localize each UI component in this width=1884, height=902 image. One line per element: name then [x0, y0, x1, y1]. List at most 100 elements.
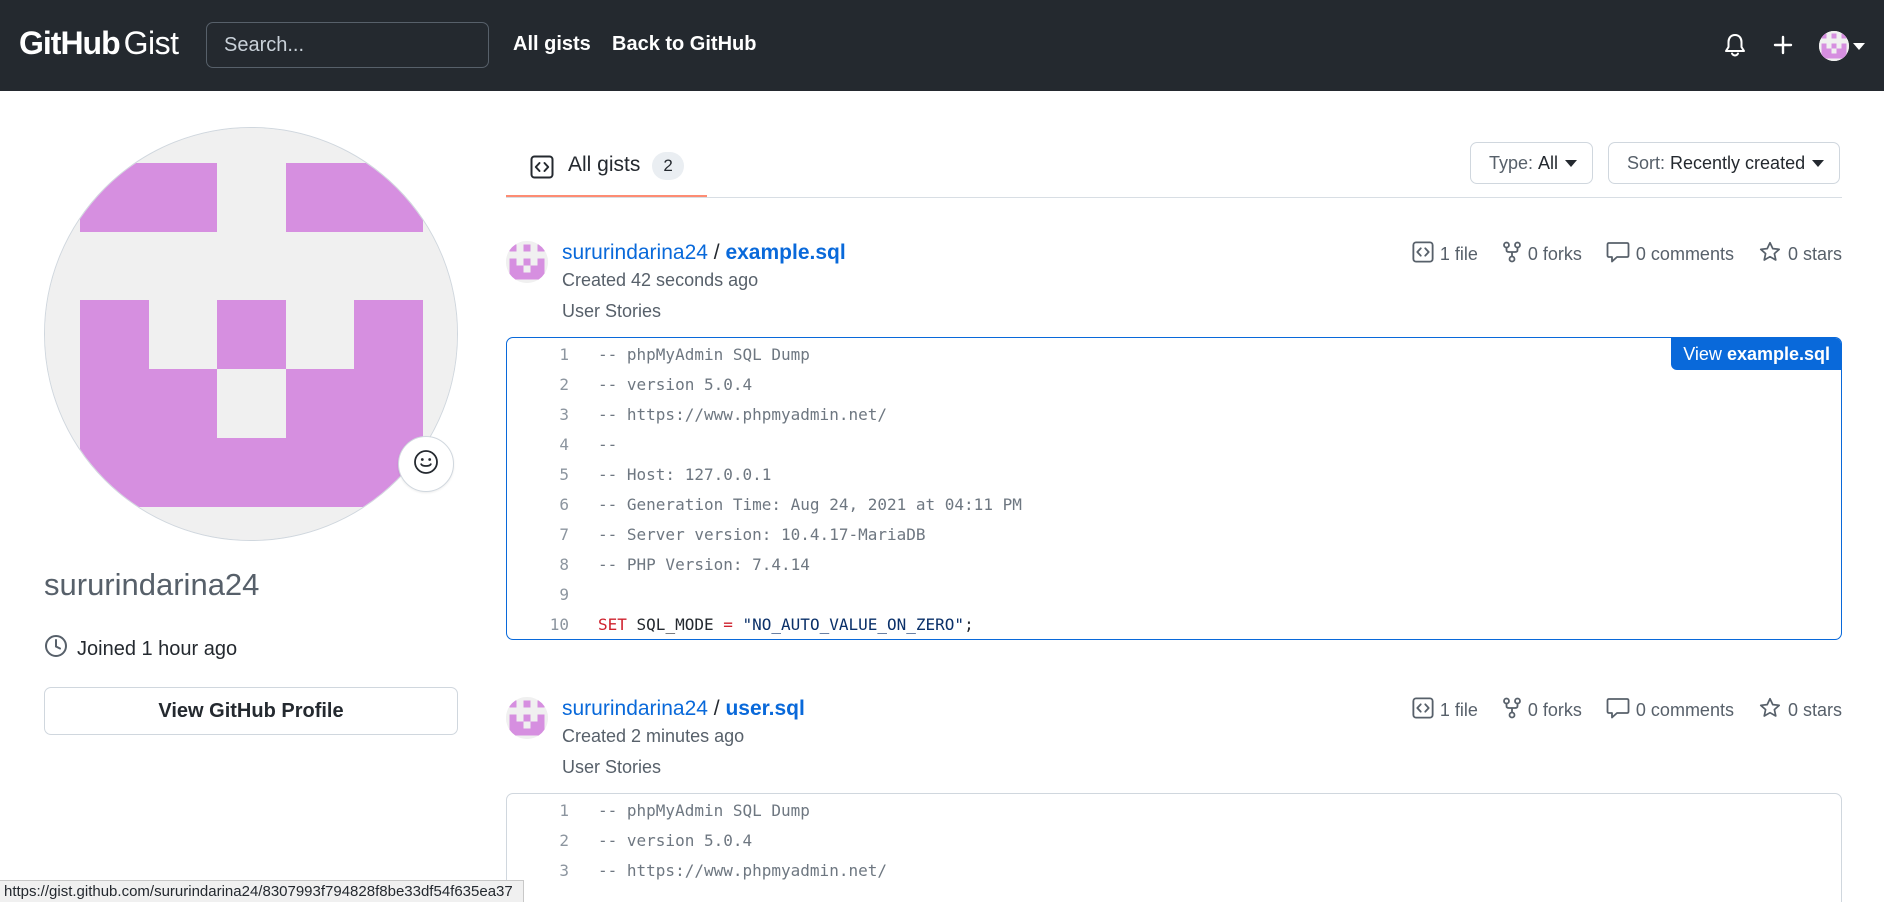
- comments-count: 0 comments: [1635, 244, 1734, 264]
- gist-description: User Stories: [562, 301, 662, 321]
- profile-avatar: [44, 127, 458, 541]
- gist-created-time: Created 42 seconds ago: [562, 270, 759, 290]
- files-stat[interactable]: 1 file: [1412, 697, 1478, 724]
- code-line: 9: [507, 579, 1841, 609]
- line-content: --: [598, 434, 618, 454]
- line-number: 8: [559, 554, 569, 574]
- line-number: 7: [559, 524, 569, 544]
- files-stat[interactable]: 1 file: [1412, 241, 1478, 268]
- browser-status-url: https://gist.github.com/sururindarina24/…: [0, 880, 524, 902]
- joined-info: Joined 1 hour ago: [44, 634, 237, 664]
- caret-down-icon[interactable]: [1853, 43, 1865, 50]
- line-number: 6: [559, 494, 569, 514]
- code-line: 8 -- PHP Version: 7.4.14: [507, 549, 1841, 579]
- star-icon: [1758, 241, 1788, 268]
- view-label: View: [1683, 343, 1722, 364]
- code-line: 6 -- Generation Time: Aug 24, 2021 at 04:…: [507, 489, 1841, 519]
- gist-code-preview[interactable]: 1 -- phpMyAdmin SQL Dump 2 -- version 5.0.…: [506, 793, 1842, 902]
- sort-label: Sort:: [1627, 152, 1666, 173]
- line-number: 4: [559, 434, 569, 454]
- joined-text: Joined 1 hour ago: [77, 637, 238, 660]
- smiley-icon: [413, 449, 439, 480]
- gist-stats: 1 file 0 forks 0 comments 0 stars: [1388, 697, 1842, 724]
- line-content: -- version 5.0.4: [598, 374, 753, 394]
- line-number: 2: [559, 374, 569, 394]
- gist-owner-link[interactable]: sururindarina24: [562, 697, 708, 720]
- line-number: 10: [549, 614, 569, 634]
- search-input[interactable]: [206, 22, 489, 68]
- code-line: 2 -- version 5.0.4: [507, 369, 1841, 399]
- sql-identifier: SQL_MODE: [626, 614, 724, 634]
- code-line: 10 SET SQL_MODE = "NO_AUTO_VALUE_ON_ZERO"…: [507, 609, 1841, 639]
- line-content: -- PHP Version: 7.4.14: [598, 554, 810, 574]
- gist-item: sururindarina24 / user.sql Created 2 min…: [506, 697, 1842, 902]
- sql-keyword: SET: [598, 614, 627, 634]
- title-separator: /: [707, 697, 726, 720]
- forks-count: 0 forks: [1527, 244, 1582, 264]
- comment-icon: [1606, 241, 1636, 268]
- line-content: SET SQL_MODE = "NO_AUTO_VALUE_ON_ZERO";: [598, 615, 974, 634]
- stars-stat[interactable]: 0 stars: [1758, 697, 1842, 724]
- line-content: -- https://www.phpmyadmin.net/: [598, 860, 887, 880]
- sql-string: "NO_AUTO_VALUE_ON_ZERO": [732, 614, 965, 634]
- tab-divider: [506, 197, 1842, 198]
- type-filter-value: All: [1538, 152, 1559, 173]
- tab-label: All gists: [568, 153, 641, 176]
- code-square-icon: [1412, 697, 1440, 724]
- sort-dropdown[interactable]: Sort: Recently created: [1608, 142, 1841, 184]
- stars-stat[interactable]: 0 stars: [1758, 241, 1842, 268]
- forks-stat[interactable]: 0 forks: [1502, 241, 1582, 268]
- line-content: -- phpMyAdmin SQL Dump: [598, 344, 810, 364]
- forks-stat[interactable]: 0 forks: [1502, 697, 1582, 724]
- tab-all-gists[interactable]: All gists 2: [506, 145, 707, 198]
- line-content: -- Generation Time: Aug 24, 2021 at 04:1…: [598, 494, 1022, 514]
- code-line: 3 -- https://www.phpmyadmin.net/: [507, 399, 1841, 429]
- line-content: -- https://www.phpmyadmin.net/: [598, 404, 887, 424]
- line-content: -- Server version: 10.4.17-MariaDB: [598, 524, 926, 544]
- line-number: 2: [559, 830, 569, 850]
- caret-down-icon: [1565, 159, 1578, 167]
- gist-owner-link[interactable]: sururindarina24: [562, 241, 708, 264]
- code-line: 5 -- Host: 127.0.0.1: [507, 459, 1841, 489]
- files-count: 1 file: [1439, 700, 1478, 720]
- set-status-button[interactable]: [398, 436, 454, 492]
- line-content: -- Host: 127.0.0.1: [598, 464, 772, 484]
- nav-all-gists[interactable]: All gists: [513, 33, 591, 56]
- code-line: 1 -- phpMyAdmin SQL Dump: [507, 339, 1841, 369]
- plus-icon[interactable]: [1768, 30, 1798, 60]
- gist-owner-avatar[interactable]: [506, 697, 548, 739]
- line-number: 3: [559, 404, 569, 424]
- nav-back-to-github[interactable]: Back to GitHub: [612, 33, 756, 56]
- top-header: GitHub Gist All gists Back to GitHub: [0, 0, 1884, 91]
- gist-filename-link[interactable]: example.sql: [725, 241, 845, 264]
- view-file-button[interactable]: View example.sql: [1671, 338, 1841, 370]
- gist-created-time: Created 2 minutes ago: [562, 726, 745, 746]
- clock-icon: [44, 634, 77, 664]
- code-line: 3 -- https://www.phpmyadmin.net/: [507, 855, 1841, 885]
- line-number: 9: [559, 584, 569, 604]
- files-count: 1 file: [1439, 244, 1478, 264]
- type-filter-dropdown[interactable]: Type: All: [1470, 142, 1594, 184]
- avatar[interactable]: [1819, 31, 1849, 61]
- gist-code-preview[interactable]: View example.sql 1 -- phpMyAdmin SQL Dump …: [506, 337, 1842, 640]
- view-github-profile-button[interactable]: View GitHub Profile: [44, 687, 458, 735]
- logo-github-text: GitHub: [19, 25, 121, 61]
- comments-stat[interactable]: 0 comments: [1606, 697, 1734, 724]
- gist-owner-avatar[interactable]: [506, 241, 548, 283]
- fork-icon: [1502, 697, 1528, 724]
- line-number: 5: [559, 464, 569, 484]
- comments-stat[interactable]: 0 comments: [1606, 241, 1734, 268]
- title-separator: /: [707, 241, 726, 264]
- github-gist-logo[interactable]: GitHub Gist: [19, 25, 179, 62]
- gist-filename-link[interactable]: user.sql: [725, 697, 804, 720]
- comment-icon: [1606, 697, 1636, 724]
- gist-item: sururindarina24 / example.sql Created 42…: [506, 241, 1842, 641]
- forks-count: 0 forks: [1527, 700, 1582, 720]
- gist-description: User Stories: [562, 757, 662, 777]
- code-square-icon: [1412, 241, 1440, 268]
- bell-icon[interactable]: [1720, 30, 1750, 60]
- type-filter-label: Type:: [1489, 152, 1534, 173]
- sql-terminator: ;: [964, 614, 974, 634]
- code-line: 4 --: [507, 429, 1841, 459]
- profile-username: sururindarina24: [44, 567, 260, 602]
